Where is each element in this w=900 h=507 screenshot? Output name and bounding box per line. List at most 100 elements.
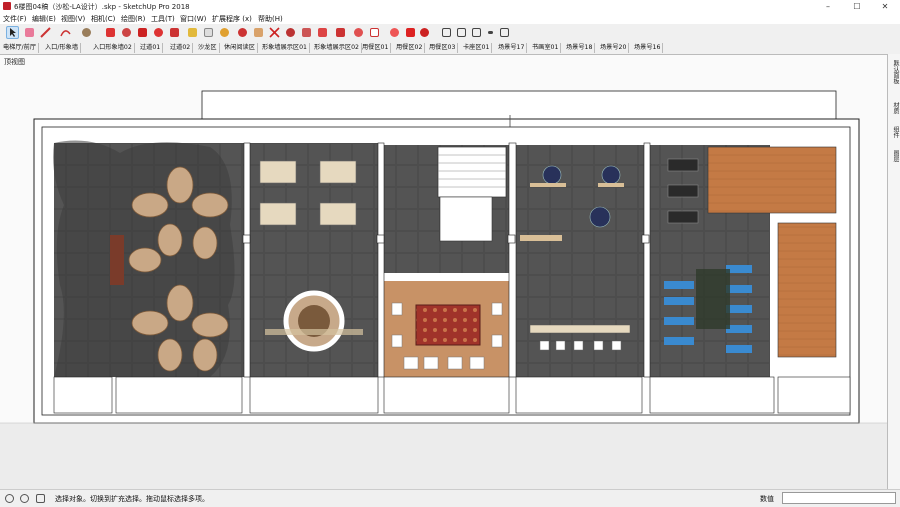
offset-icon [170,28,179,37]
scene-tab[interactable]: 形象墙展示区02 [314,43,362,53]
paint-bucket-button[interactable] [218,26,231,39]
rotate-tool-button[interactable] [152,26,165,39]
hand-icon [254,28,263,37]
menu-bar: 文件(F) 编辑(E) 视图(V) 相机(C) 绘图(R) 工具(T) 窗口(W… [0,13,900,24]
tray-tab-default[interactable]: 默认面板 [890,60,899,84]
extension-icon [302,28,311,37]
north-wall-block [201,90,837,122]
geo-location-icon[interactable] [5,494,14,503]
scene-tab[interactable]: 电梯厅/前厅 [3,43,40,53]
arc-tool-button[interactable] [59,26,72,39]
move-tool-button[interactable] [136,26,149,39]
follow-me-button[interactable] [120,26,133,39]
measurements-input[interactable] [782,492,896,504]
scene-tab[interactable]: 过道01 [140,43,164,53]
orbit-tool-button[interactable] [236,26,249,39]
material-tool-button[interactable] [404,26,417,39]
text-tool-button[interactable] [202,26,215,39]
pan-tool-button[interactable] [252,26,265,39]
text-icon [204,28,213,37]
menu-window[interactable]: 窗口(W) [180,14,206,24]
tray-tab-layers[interactable]: 图层 [890,150,899,162]
push-pull-button[interactable] [104,26,117,39]
scene-tool-button[interactable] [388,26,401,39]
sofa [110,235,124,285]
menu-edit[interactable]: 编辑(E) [32,14,56,24]
scene-tab[interactable]: 卡座区01 [463,43,493,53]
view-right-button[interactable] [470,26,483,39]
right-view-icon [472,28,481,37]
scene-tab[interactable]: 场景号18 [566,43,596,53]
scene-tab[interactable]: 入口形象墙02 [93,43,135,53]
maximize-button[interactable]: ☐ [844,0,870,13]
scene-tab[interactable]: 场景号16 [634,43,664,53]
menu-extensions[interactable]: 扩展程序 (x) [212,14,252,24]
tape-measure-icon [188,28,197,37]
elevator-shaft [439,196,493,242]
extension-manager-icon [336,28,345,37]
scene-tab[interactable]: 入口/形象墙 [45,43,82,53]
scene-tab[interactable]: 用餐区02 [396,43,426,53]
front-view-icon [457,28,466,37]
extension-manager-button[interactable] [334,26,347,39]
line-tool-button[interactable] [39,26,52,39]
tape-measure-button[interactable] [186,26,199,39]
menu-draw[interactable]: 绘图(R) [121,14,145,24]
warehouse-icon [286,28,295,37]
scene-tab[interactable]: 场景号20 [600,43,630,53]
follow-me-icon [122,28,131,37]
close-button[interactable]: ✕ [872,0,898,13]
layout-icon [318,28,327,37]
arrow-cursor-icon [10,28,16,37]
info-icon[interactable] [36,494,45,503]
zoom-extents-button[interactable] [268,26,281,39]
tray-tab-components[interactable]: 组件 [890,126,899,138]
material-icon [406,28,415,37]
paint-bucket-icon [220,28,229,37]
scene-tab[interactable]: 休闲阅读区 [224,43,258,53]
view-back-button[interactable] [484,26,497,39]
eraser-tool-button[interactable] [23,26,36,39]
minimize-button[interactable]: – [815,0,841,13]
view-top-button[interactable] [440,26,453,39]
scene-tab[interactable]: 形象墙展示区01 [262,43,310,53]
view-front-button[interactable] [455,26,468,39]
scene-tab[interactable]: 场景号17 [498,43,528,53]
sun-icon [354,28,363,37]
section-plane-button[interactable] [368,26,381,39]
scene-icon [390,28,399,37]
menu-camera[interactable]: 相机(C) [91,14,115,24]
push-pull-icon [106,28,115,37]
view-iso-button[interactable] [498,26,511,39]
menu-view[interactable]: 视图(V) [61,14,85,24]
extension-warehouse-button[interactable] [300,26,313,39]
section-plane-icon [370,28,379,37]
3d-warehouse-button[interactable] [284,26,297,39]
scene-tab[interactable]: 用餐区03 [429,43,459,53]
menu-tools[interactable]: 工具(T) [151,14,175,24]
scene-tab[interactable]: 书画室01 [532,43,562,53]
solar-north-button[interactable] [352,26,365,39]
wood-room [707,146,837,214]
circle-icon [82,28,91,37]
render-icon [420,28,429,37]
tray-tab-materials[interactable]: 材质 [890,102,899,114]
credits-icon[interactable] [20,494,29,503]
status-hint: 选择对象。切换到扩充选择。拖动鼠标选择多项。 [55,495,209,503]
scene-tab[interactable]: 用餐区01 [362,43,392,53]
render-button[interactable] [418,26,431,39]
select-tool-button[interactable] [6,26,19,39]
main-toolbar [0,24,900,42]
scene-tab[interactable]: 沙龙区 [198,43,220,53]
scene-tab[interactable]: 过道02 [170,43,194,53]
shape-tool-button[interactable] [80,26,93,39]
floor-plan-render[interactable] [0,55,887,489]
measurements-label: 数值 [760,495,774,503]
layout-button[interactable] [316,26,329,39]
wood-room [777,222,837,358]
arc-icon [60,30,71,37]
drawing-viewport[interactable]: 顶视图 [0,54,887,490]
menu-file[interactable]: 文件(F) [3,14,27,24]
menu-help[interactable]: 帮助(H) [258,14,283,24]
offset-tool-button[interactable] [168,26,181,39]
